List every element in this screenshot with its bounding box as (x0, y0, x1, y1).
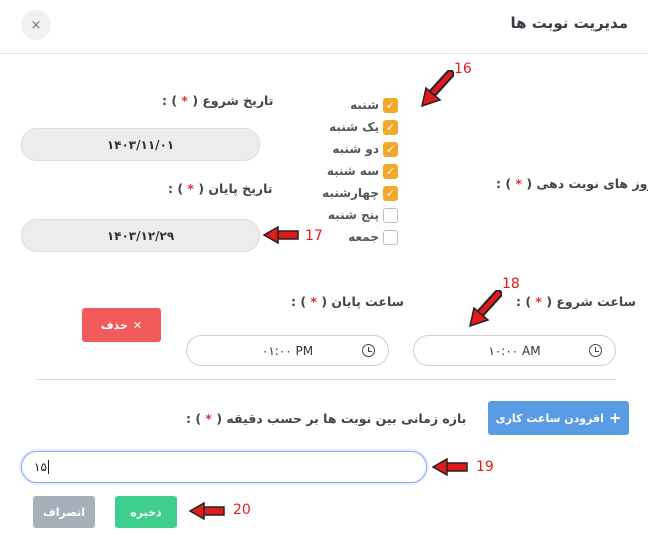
days-label: روز های نوبت دهی ( * ) : (496, 176, 648, 191)
days-checklist: ✓ شنبه ✓ یک شنبه ✓ دو شنبه ✓ سه شنبه ✓ چهارشنبه پن… (322, 94, 398, 248)
annotation-arrow-icon (468, 290, 502, 328)
checkbox-unchecked-icon[interactable] (383, 207, 398, 223)
day-option[interactable]: ✓ شنبه (322, 94, 398, 116)
annotation-arrow-icon (431, 458, 468, 476)
day-label: یک شنبه (329, 120, 379, 134)
save-button[interactable]: ذخیره (115, 496, 177, 528)
page-title: مدیریت نوبت ها (510, 14, 628, 32)
day-option[interactable]: ✓ چهارشنبه (322, 182, 398, 204)
day-label: شنبه (350, 98, 379, 112)
close-icon: ✕ (132, 318, 143, 332)
start-date-label: تاریخ شروع ( * ) : (162, 93, 274, 108)
clock-icon (362, 344, 375, 357)
end-date-label: تاریخ پایان ( * ) : (168, 181, 273, 196)
day-label: چهارشنبه (322, 186, 379, 200)
day-option[interactable]: ✓ یک شنبه (322, 116, 398, 138)
day-label: سه شنبه (326, 164, 379, 178)
annotation-number: 17 (305, 228, 323, 244)
day-option[interactable]: پنج شنبه (322, 204, 398, 226)
checkbox-checked-icon[interactable]: ✓ (383, 141, 398, 157)
day-label: دو شنبه (332, 142, 379, 156)
checkbox-checked-icon[interactable]: ✓ (383, 97, 398, 113)
start-date-field[interactable]: ۱۴۰۳/۱۱/۰۱ (21, 128, 260, 161)
cancel-button[interactable]: انصراف (33, 496, 95, 528)
start-time-label: ساعت شروع ( * ) : (516, 294, 636, 309)
day-option[interactable]: ✓ دو شنبه (322, 138, 398, 160)
close-button[interactable]: × (21, 10, 51, 40)
checkbox-unchecked-icon[interactable] (383, 229, 398, 245)
header-divider (0, 53, 648, 54)
day-label: پنج شنبه (327, 208, 379, 222)
annotation-number: 18 (502, 276, 520, 292)
annotation-number: 20 (233, 502, 251, 518)
checkbox-checked-icon[interactable]: ✓ (383, 163, 398, 179)
add-working-hours-button[interactable]: + افزودن ساعت کاری (488, 401, 629, 435)
annotation-number: 19 (476, 459, 494, 475)
interval-input[interactable]: ۱۵ (21, 451, 427, 483)
section-divider (36, 379, 616, 380)
day-option[interactable]: ✓ سه شنبه (322, 160, 398, 182)
delete-button[interactable]: ✕ حذف (82, 308, 161, 342)
day-option[interactable]: جمعه (322, 226, 398, 248)
annotation-arrow-icon (262, 226, 299, 244)
annotation-arrow-icon (420, 70, 454, 108)
end-date-field[interactable]: ۱۴۰۳/۱۲/۲۹ (21, 219, 260, 252)
interval-label: بازه زمانی بین نوبت ها بر حسب دقیقه ( * … (186, 411, 467, 426)
annotation-number: 16 (454, 61, 472, 77)
checkbox-checked-icon[interactable]: ✓ (383, 185, 398, 201)
clock-icon (589, 344, 602, 357)
annotation-arrow-icon (188, 502, 225, 520)
checkbox-checked-icon[interactable]: ✓ (383, 119, 398, 135)
end-time-label: ساعت پایان ( * ) : (291, 294, 404, 309)
start-time-input[interactable]: ۱۰:۰۰ AM (413, 335, 616, 366)
plus-icon: + (608, 409, 622, 427)
day-label: جمعه (348, 230, 379, 244)
end-time-input[interactable]: ۰۱:۰۰ PM (186, 335, 389, 366)
close-icon: × (30, 17, 42, 33)
